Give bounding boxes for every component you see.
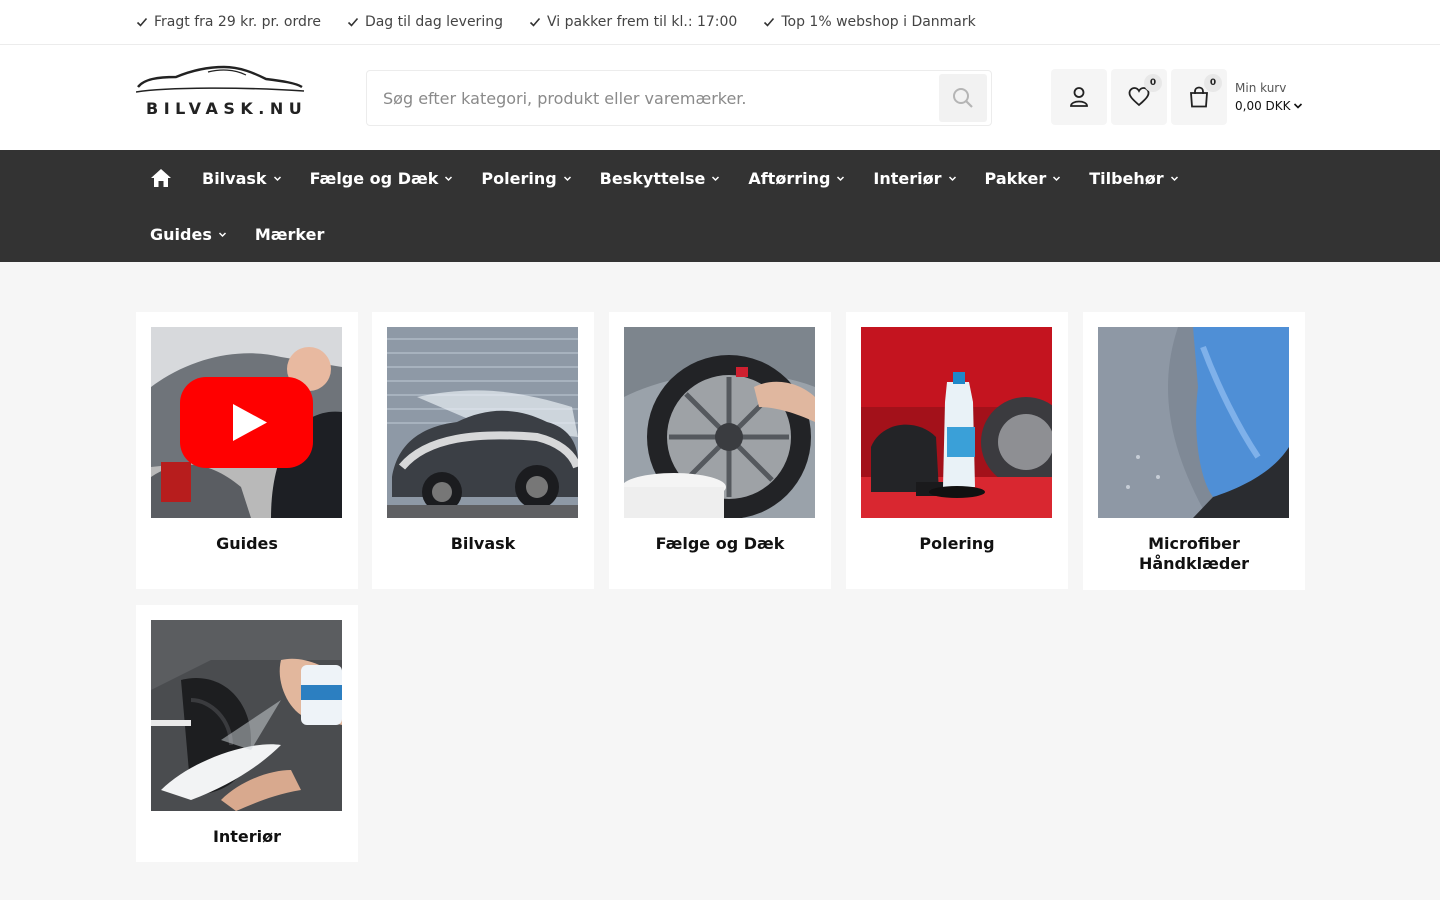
search-input[interactable] <box>367 71 939 125</box>
chevron-down-icon <box>273 175 281 181</box>
nav-item-pakker[interactable]: Pakker <box>971 150 1076 206</box>
category-image <box>387 327 578 518</box>
usp-item: Vi pakker frem til kl.: 17:00 <box>529 14 737 30</box>
chevron-down-icon <box>948 175 956 181</box>
usp-text: Fragt fra 29 kr. pr. ordre <box>154 14 321 30</box>
category-image <box>861 327 1052 518</box>
nav-item-interior[interactable]: Interiør <box>859 150 970 206</box>
check-icon <box>347 17 359 27</box>
wheel-cleaning-photo <box>624 327 815 518</box>
category-title: Bilvask <box>450 534 516 553</box>
category-card-bilvask[interactable]: Bilvask <box>372 312 594 589</box>
nav-home-link[interactable] <box>136 150 186 206</box>
nav-row: Guides Mærker <box>136 206 1440 262</box>
nav-item-beskyttelse[interactable]: Beskyttelse <box>586 150 735 206</box>
nav-item-bilvask[interactable]: Bilvask <box>188 150 296 206</box>
check-icon <box>764 17 775 27</box>
nav-item-label: Guides <box>150 224 212 244</box>
chevron-down-icon <box>1293 103 1302 109</box>
search-button[interactable] <box>939 74 987 122</box>
car-logo-icon <box>135 65 305 93</box>
interior-cleaning-photo <box>151 620 342 811</box>
category-title: Guides <box>216 534 278 553</box>
category-card-faelge-og-daek[interactable]: Fælge og Dæk <box>609 312 831 589</box>
nav-item-aftorring[interactable]: Aftørring <box>734 150 859 206</box>
cart-button[interactable]: 0 <box>1171 69 1227 125</box>
check-icon <box>136 17 148 27</box>
nav-item-tilbehor[interactable]: Tilbehør <box>1075 150 1192 206</box>
cart-total-value: 0,00 DKK <box>1235 99 1291 113</box>
cart-count-badge: 0 <box>1204 74 1222 92</box>
category-image <box>151 327 342 518</box>
category-card-interior[interactable]: Interiør <box>136 605 358 862</box>
chevron-down-icon <box>1170 175 1178 181</box>
main-navigation: Bilvask Fælge og Dæk Polering Beskyttels… <box>0 150 1440 262</box>
logo-text: BILVASK.NU <box>146 99 308 118</box>
account-button[interactable] <box>1051 69 1107 125</box>
category-image <box>151 620 342 811</box>
chevron-down-icon <box>712 175 720 181</box>
user-icon <box>1070 87 1088 107</box>
category-image <box>624 327 815 518</box>
chevron-down-icon <box>1053 175 1061 181</box>
category-image <box>1098 327 1289 518</box>
wishlist-count-badge: 0 <box>1144 74 1162 92</box>
usp-text: Top 1% webshop i Danmark <box>781 14 976 30</box>
car-washing-photo <box>387 327 578 518</box>
category-title: Microfiber Håndklæder <box>1138 534 1250 573</box>
site-logo[interactable]: BILVASK.NU <box>135 65 308 125</box>
cart-summary[interactable]: Min kurv 0,00 DKK <box>1235 81 1303 113</box>
usp-bar: Fragt fra 29 kr. pr. ordre Dag til dag l… <box>0 0 1440 45</box>
nav-item-label: Fælge og Dæk <box>309 168 439 188</box>
chevron-down-icon <box>837 175 845 181</box>
search-bar <box>366 70 992 126</box>
chevron-down-icon <box>445 175 453 181</box>
wishlist-button[interactable]: 0 <box>1111 69 1167 125</box>
nav-item-label: Bilvask <box>202 168 267 188</box>
nav-row: Bilvask Fælge og Dæk Polering Beskyttels… <box>136 150 1440 206</box>
chevron-down-icon <box>218 231 226 237</box>
category-title: Interiør <box>212 827 282 846</box>
search-icon <box>953 88 973 108</box>
category-card-microfiber-handklaeder[interactable]: Microfiber Håndklæder <box>1083 312 1305 590</box>
usp-item: Dag til dag levering <box>347 14 503 30</box>
usp-text: Vi pakker frem til kl.: 17:00 <box>546 14 738 30</box>
nav-item-polering[interactable]: Polering <box>467 150 585 206</box>
nav-item-label: Polering <box>481 168 557 188</box>
nav-item-label: Tilbehør <box>1089 168 1164 188</box>
nav-item-label: Mærker <box>254 224 325 244</box>
nav-item-label: Interiør <box>873 168 942 188</box>
guides-video-thumbnail <box>151 327 342 518</box>
category-card-guides[interactable]: Guides <box>136 312 358 589</box>
polishing-photo <box>861 327 1052 518</box>
site-header: BILVASK.NU 0 0 Min kurv 0,00 D <box>0 45 1440 150</box>
nav-item-label: Pakker <box>984 168 1047 188</box>
nav-item-faelge-og-daek[interactable]: Fælge og Dæk <box>296 150 468 206</box>
category-title: Polering <box>919 534 995 553</box>
nav-item-label: Aftørring <box>748 168 831 188</box>
nav-item-guides[interactable]: Guides <box>136 206 241 262</box>
category-card-polering[interactable]: Polering <box>846 312 1068 589</box>
check-icon <box>529 17 541 27</box>
usp-item: Fragt fra 29 kr. pr. ordre <box>136 14 321 30</box>
usp-item: Top 1% webshop i Danmark <box>763 14 976 30</box>
nav-item-maerker[interactable]: Mærker <box>241 206 339 262</box>
cart-label: Min kurv <box>1235 81 1287 95</box>
cart-total: 0,00 DKK <box>1235 99 1303 113</box>
usp-text: Dag til dag levering <box>364 14 503 30</box>
nav-item-label: Beskyttelse <box>599 168 706 188</box>
microfiber-towel-photo <box>1098 327 1289 518</box>
category-title: Fælge og Dæk <box>655 534 785 553</box>
chevron-down-icon <box>563 175 571 181</box>
home-icon <box>151 169 171 187</box>
